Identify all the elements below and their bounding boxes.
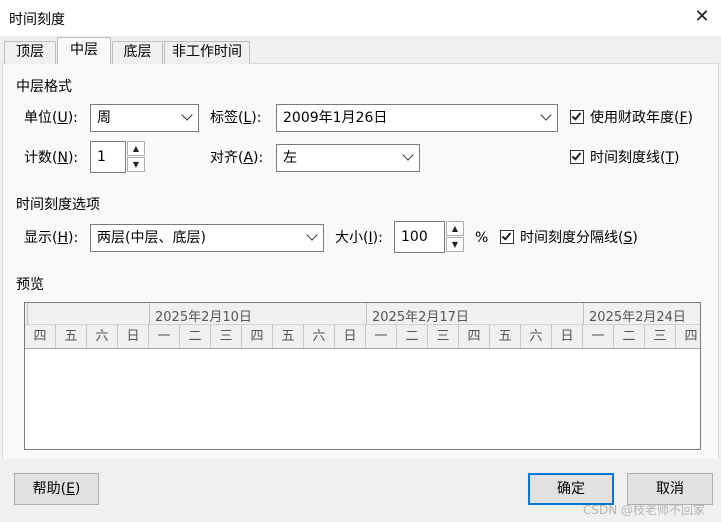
align-select-value: 左 xyxy=(283,150,297,166)
show-label: 显示(H): xyxy=(24,230,79,246)
day-cell: 一 xyxy=(583,325,614,348)
align-select[interactable]: 左 xyxy=(276,144,420,172)
show-select-value: 两层(中层、底层) xyxy=(97,230,206,246)
count-up-button[interactable]: ▲ xyxy=(127,141,145,156)
options-section-heading: 时间刻度选项 xyxy=(16,197,100,213)
watermark: CSDN @枝老师不回家 xyxy=(583,503,706,517)
chevron-down-icon xyxy=(540,109,552,121)
size-down-button[interactable]: ▼ xyxy=(446,237,464,252)
unit-select[interactable]: 周 xyxy=(90,104,199,132)
middle-tier-label: 2025年2月17日 xyxy=(372,310,469,325)
count-label: 计数(N): xyxy=(24,150,79,166)
unit-label: 单位(U): xyxy=(24,110,78,126)
count-input[interactable]: 1 xyxy=(90,141,126,173)
day-cell: 四 xyxy=(242,325,273,348)
preview-heading: 预览 xyxy=(16,277,44,293)
align-label: 对齐(A): xyxy=(210,150,264,166)
day-cell: 四 xyxy=(676,325,700,348)
day-cell: 一 xyxy=(149,325,180,348)
tag-select-value: 2009年1月26日 xyxy=(283,110,388,126)
check-icon xyxy=(571,110,582,121)
timescale-preview: 2025年2月10日 2025年2月17日 2025年2月24日 四五六日一二三… xyxy=(24,302,701,450)
day-cell: 四 xyxy=(459,325,490,348)
separator-checkbox[interactable] xyxy=(500,230,514,244)
count-down-button[interactable]: ▼ xyxy=(127,157,145,172)
title-bar xyxy=(0,0,721,36)
size-label: 大小(I): xyxy=(335,230,383,246)
check-icon xyxy=(501,230,512,241)
day-cell: 二 xyxy=(180,325,211,348)
tab-bottom-tier[interactable]: 底层 xyxy=(112,41,163,64)
fiscal-year-checkbox[interactable] xyxy=(570,110,584,124)
middle-tier-label: 2025年2月24日 xyxy=(589,310,686,325)
tier-separator xyxy=(149,303,150,325)
day-cell: 三 xyxy=(645,325,676,348)
unit-select-value: 周 xyxy=(97,110,111,126)
chevron-down-icon xyxy=(306,229,318,241)
size-unit: % xyxy=(475,230,489,246)
day-cell: 日 xyxy=(552,325,583,348)
size-input[interactable]: 100 xyxy=(394,221,445,253)
day-cell: 三 xyxy=(211,325,242,348)
chevron-down-icon xyxy=(402,149,414,161)
tier-separator xyxy=(583,303,584,325)
day-cell: 日 xyxy=(118,325,149,348)
day-cell: 二 xyxy=(397,325,428,348)
tick-lines-label: 时间刻度线(T) xyxy=(590,150,680,166)
tier-separator xyxy=(366,303,367,325)
day-cell: 六 xyxy=(521,325,552,348)
middle-tier-label: 2025年2月10日 xyxy=(155,310,252,325)
window-title: 时间刻度 xyxy=(9,12,65,28)
tag-select[interactable]: 2009年1月26日 xyxy=(276,104,558,132)
day-cell: 一 xyxy=(366,325,397,348)
day-cell: 二 xyxy=(614,325,645,348)
day-cell: 五 xyxy=(490,325,521,348)
day-cell: 五 xyxy=(273,325,304,348)
check-icon xyxy=(571,150,582,161)
show-select[interactable]: 两层(中层、底层) xyxy=(90,224,324,252)
preview-bottom-tier: 四五六日一二三四五六日一二三四五六日一二三四 xyxy=(25,325,700,349)
size-up-button[interactable]: ▲ xyxy=(446,221,464,236)
day-cell: 六 xyxy=(87,325,118,348)
day-cell: 三 xyxy=(428,325,459,348)
close-icon[interactable]: ✕ xyxy=(690,5,714,29)
tag-label: 标签(L): xyxy=(210,110,262,126)
tab-top-tier[interactable]: 顶层 xyxy=(4,41,56,64)
tier-separator xyxy=(27,303,28,325)
day-cell: 六 xyxy=(304,325,335,348)
help-button[interactable]: 帮助(E) xyxy=(14,473,99,505)
fiscal-year-label: 使用财政年度(F) xyxy=(590,110,693,126)
day-cell: 日 xyxy=(335,325,366,348)
day-cell: 四 xyxy=(25,325,56,348)
preview-middle-tier: 2025年2月10日 2025年2月17日 2025年2月24日 xyxy=(25,303,700,325)
tab-middle-tier[interactable]: 中层 xyxy=(57,37,111,64)
tab-nonworking-time[interactable]: 非工作时间 xyxy=(164,41,250,64)
separator-label: 时间刻度分隔线(S) xyxy=(520,230,638,246)
day-cell: 五 xyxy=(56,325,87,348)
format-section-heading: 中层格式 xyxy=(16,79,72,95)
chevron-down-icon xyxy=(181,109,193,121)
tick-lines-checkbox[interactable] xyxy=(570,150,584,164)
